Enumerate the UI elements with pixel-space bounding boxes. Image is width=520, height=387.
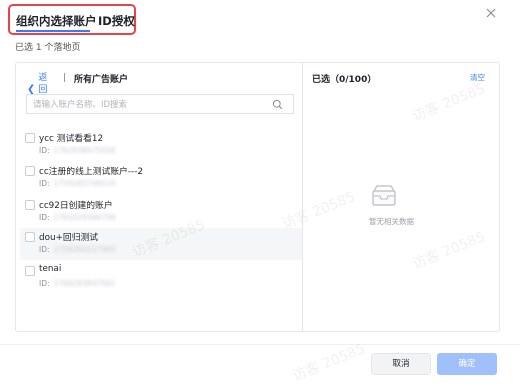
account-id-line: ID: 1762938475016 — [39, 146, 116, 155]
watermark: 访客 20585 — [290, 341, 368, 385]
search-box — [26, 94, 294, 114]
account-item[interactable]: cc92日创建的账户 ID: 1761029384756 — [20, 196, 302, 228]
account-id-label: ID: — [39, 213, 50, 222]
active-tab-indicator — [16, 30, 90, 32]
close-icon — [486, 8, 496, 18]
search-icon[interactable] — [272, 99, 283, 110]
back-button[interactable]: ❮返回 — [27, 72, 48, 96]
account-id-label: ID: — [39, 245, 50, 254]
panel-divider — [302, 62, 303, 332]
clear-button[interactable]: 清空 — [470, 72, 485, 83]
account-name: cc注册的线上测试账户---2 — [39, 167, 143, 177]
account-id-line: ID: 1759283746510 — [39, 179, 116, 188]
account-id-value: 1761029384756 — [53, 213, 116, 222]
account-id-label: ID: — [39, 279, 50, 288]
account-checkbox[interactable] — [25, 200, 35, 210]
cancel-button[interactable]: 取消 — [371, 353, 431, 375]
account-id-value: 1759283746510 — [53, 179, 116, 188]
account-id-line: ID: 1761029384756 — [39, 213, 116, 222]
footer-divider — [0, 344, 520, 345]
account-checkbox[interactable] — [25, 166, 35, 176]
selection-summary: 已选 1 个落地页 — [15, 43, 81, 53]
account-item[interactable]: dou+回归测试 ID: 1758392017465 — [20, 228, 302, 260]
account-item[interactable]: tenai ID: 1760293847561 — [20, 262, 302, 294]
account-id-value: 1760293847561 — [53, 279, 116, 288]
account-name: ycc 测试看看12 — [39, 134, 104, 144]
account-id-value: 1758392017465 — [53, 245, 116, 254]
account-checkbox[interactable] — [25, 232, 35, 242]
account-id-label: ID: — [39, 146, 50, 155]
breadcrumb-separator — [64, 73, 65, 82]
account-name: cc92日创建的账户 — [39, 201, 113, 211]
search-input[interactable] — [33, 98, 263, 111]
account-checkbox[interactable] — [25, 133, 35, 143]
account-item[interactable]: cc注册的线上测试账户---2 ID: 1759283746510 — [20, 162, 302, 194]
left-panel-title: 所有广告账户 — [74, 75, 129, 85]
account-id-label: ID: — [39, 179, 50, 188]
account-name: tenai — [39, 264, 62, 274]
tab-group: 组织内选择账户 ID授权 — [8, 4, 136, 35]
confirm-button[interactable]: 确定 — [437, 353, 497, 375]
account-checkbox[interactable] — [25, 266, 35, 276]
tab-org-accounts[interactable]: 组织内选择账户 — [16, 13, 97, 29]
back-label: 返回 — [38, 73, 48, 95]
close-button[interactable] — [484, 6, 498, 20]
account-item[interactable]: ycc 测试看看12 ID: 1762938475016 — [20, 129, 302, 161]
tab-id-authorization[interactable]: ID授权 — [98, 13, 135, 29]
empty-inbox-icon — [372, 185, 396, 206]
selected-title: 已选（0/100） — [312, 75, 377, 85]
account-id-value: 1762938475016 — [53, 146, 116, 155]
account-id-line: ID: 1760293847561 — [39, 279, 116, 288]
account-name: dou+回归测试 — [39, 233, 99, 243]
empty-state-text: 暂无相关数据 — [369, 217, 414, 226]
account-id-line: ID: 1758392017465 — [39, 245, 116, 254]
